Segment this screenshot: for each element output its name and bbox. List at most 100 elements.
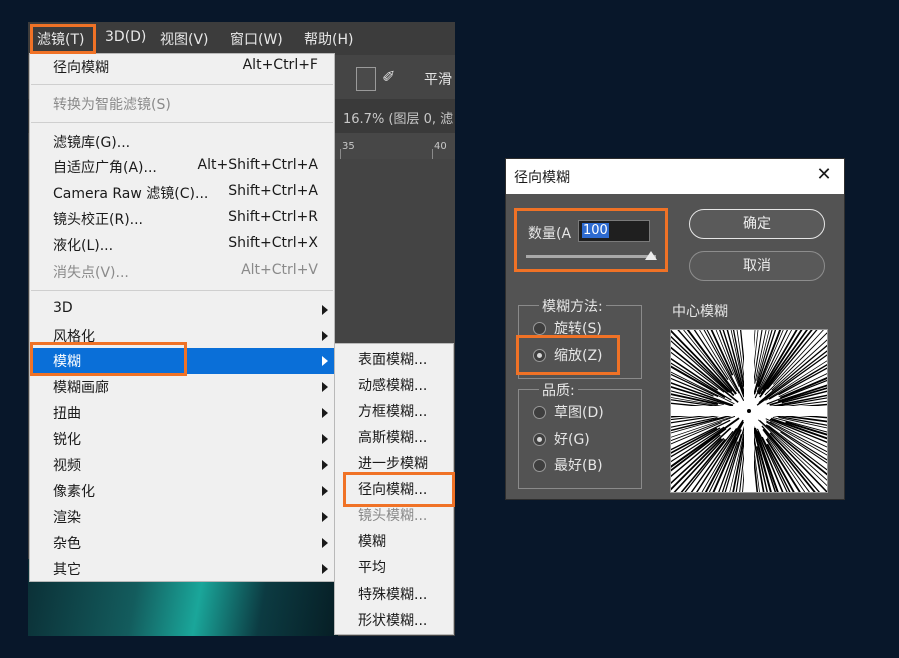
submenu-item-radial-blur[interactable]: 径向模糊... bbox=[335, 476, 453, 502]
menu-item-label: 方框模糊... bbox=[358, 404, 428, 420]
menu-item-stylize[interactable]: 风格化 bbox=[30, 323, 334, 349]
amount-input[interactable]: 100 bbox=[578, 220, 650, 242]
menu-item-distort[interactable]: 扭曲 bbox=[30, 400, 334, 426]
filter-menu: 径向模糊 Alt+Ctrl+F 转换为智能滤镜(S) 滤镜库(G)... 自适应… bbox=[29, 53, 335, 582]
submenu-item-blur-more[interactable]: 进一步模糊 bbox=[335, 450, 453, 476]
radio-spin-label[interactable]: 旋转(S) bbox=[554, 318, 602, 338]
menu-item-video[interactable]: 视频 bbox=[30, 452, 334, 478]
blur-submenu: 表面模糊... 动感模糊... 方框模糊... 高斯模糊... 进一步模糊 径向… bbox=[334, 343, 454, 635]
menu-item-radial-blur-last[interactable]: 径向模糊 Alt+Ctrl+F bbox=[30, 54, 334, 80]
menu-item-label: 平均 bbox=[358, 560, 386, 576]
menu-item-label: 其它 bbox=[53, 562, 81, 578]
radio-draft[interactable] bbox=[533, 406, 546, 419]
menu-help[interactable]: 帮助(H) bbox=[304, 29, 353, 49]
submenu-item-smart-blur[interactable]: 特殊模糊... bbox=[335, 581, 453, 607]
menu-item-3d[interactable]: 3D bbox=[30, 297, 334, 323]
menu-item-label: 滤镜库(G)... bbox=[53, 135, 131, 151]
submenu-item-gaussian-blur[interactable]: 高斯模糊... bbox=[335, 424, 453, 450]
submenu-arrow-icon bbox=[322, 356, 328, 366]
radio-zoom-label[interactable]: 缩放(Z) bbox=[554, 345, 603, 365]
menu-view[interactable]: 视图(V) bbox=[160, 29, 209, 49]
ruler-label: 40 bbox=[434, 141, 447, 152]
menu-item-shortcut: Shift+Ctrl+A bbox=[228, 183, 318, 199]
menu-item-label: 表面模糊... bbox=[358, 352, 428, 368]
menu-separator bbox=[31, 84, 333, 85]
radio-spin[interactable] bbox=[533, 322, 546, 335]
menu-item-noise[interactable]: 杂色 bbox=[30, 530, 334, 556]
menu-item-pixelate[interactable]: 像素化 bbox=[30, 478, 334, 504]
submenu-arrow-icon bbox=[322, 382, 328, 392]
menu-item-label: 杂色 bbox=[53, 536, 81, 552]
amount-value: 100 bbox=[582, 223, 609, 238]
menu-item-label: 转换为智能滤镜(S) bbox=[53, 97, 171, 113]
ruler-tick bbox=[340, 149, 341, 159]
submenu-item-average[interactable]: 平均 bbox=[335, 554, 453, 580]
menu-item-label: 扭曲 bbox=[53, 406, 81, 422]
submenu-arrow-icon bbox=[322, 408, 328, 418]
blur-center-preview[interactable] bbox=[670, 329, 828, 493]
submenu-arrow-icon bbox=[322, 564, 328, 574]
center-point-icon[interactable] bbox=[747, 409, 751, 413]
zoom-rays-graphic bbox=[671, 330, 827, 492]
submenu-item-shape-blur[interactable]: 形状模糊... bbox=[335, 607, 453, 633]
menu-item-label: 径向模糊 bbox=[53, 60, 109, 76]
radio-good-label[interactable]: 好(G) bbox=[554, 429, 590, 449]
menu-item-label: 镜头模糊... bbox=[358, 508, 428, 524]
menu-item-adaptive-wide-angle[interactable]: 自适应广角(A)... Alt+Shift+Ctrl+A bbox=[30, 154, 334, 180]
amount-slider[interactable] bbox=[526, 255, 656, 258]
ok-button[interactable]: 确定 bbox=[689, 209, 825, 239]
submenu-item-motion-blur[interactable]: 动感模糊... bbox=[335, 372, 453, 398]
submenu-item-box-blur[interactable]: 方框模糊... bbox=[335, 398, 453, 424]
menu-item-sharpen[interactable]: 锐化 bbox=[30, 426, 334, 452]
menu-item-filter-gallery[interactable]: 滤镜库(G)... bbox=[30, 129, 334, 155]
blur-method-title: 模糊方法: bbox=[539, 296, 606, 316]
radio-best-label[interactable]: 最好(B) bbox=[554, 455, 603, 475]
brush-preset-dropdown[interactable] bbox=[356, 67, 376, 91]
quality-title: 品质: bbox=[539, 380, 578, 400]
menu-bar: 滤镜(T) 3D(D) 视图(V) 窗口(W) 帮助(H) bbox=[28, 22, 455, 55]
menu-item-label: 消失点(V)... bbox=[53, 265, 129, 281]
menu-item-lens-correction[interactable]: 镜头校正(R)... Shift+Ctrl+R bbox=[30, 206, 334, 232]
radio-draft-label[interactable]: 草图(D) bbox=[554, 402, 604, 422]
smooth-label: 平滑 bbox=[424, 72, 452, 88]
menu-item-shortcut: Shift+Ctrl+R bbox=[228, 209, 318, 225]
submenu-item-blur[interactable]: 模糊 bbox=[335, 528, 453, 554]
menu-item-blur[interactable]: 模糊 bbox=[30, 348, 334, 374]
radio-good[interactable] bbox=[533, 433, 546, 446]
menu-item-liquify[interactable]: 液化(L)... Shift+Ctrl+X bbox=[30, 232, 334, 258]
close-icon[interactable]: ✕ bbox=[814, 165, 834, 185]
dialog-title: 径向模糊 bbox=[514, 170, 570, 186]
menu-item-label: 锐化 bbox=[53, 432, 81, 448]
submenu-arrow-icon bbox=[322, 460, 328, 470]
amount-slider-thumb[interactable] bbox=[645, 251, 657, 260]
menu-item-label: 视频 bbox=[53, 458, 81, 474]
menu-item-label: 径向模糊... bbox=[358, 482, 428, 498]
menu-item-blur-gallery[interactable]: 模糊画廊 bbox=[30, 374, 334, 400]
menu-separator bbox=[31, 122, 333, 123]
submenu-arrow-icon bbox=[322, 512, 328, 522]
menu-3d[interactable]: 3D(D) bbox=[105, 29, 146, 45]
document-tab-title: 16.7% (图层 0, 滤 bbox=[343, 112, 454, 127]
cancel-button[interactable]: 取消 bbox=[689, 251, 825, 281]
menu-item-label: 模糊画廊 bbox=[53, 380, 109, 396]
menu-item-shortcut: Alt+Shift+Ctrl+A bbox=[197, 157, 318, 173]
menu-item-shortcut: Shift+Ctrl+X bbox=[228, 235, 318, 251]
radio-zoom[interactable] bbox=[533, 349, 546, 362]
menu-item-render[interactable]: 渲染 bbox=[30, 504, 334, 530]
menu-filter[interactable]: 滤镜(T) bbox=[37, 29, 84, 49]
menu-item-label: 模糊 bbox=[53, 354, 81, 370]
menu-item-convert-smart-filter: 转换为智能滤镜(S) bbox=[30, 91, 334, 117]
menu-item-label: Camera Raw 滤镜(C)... bbox=[53, 186, 209, 202]
menu-item-vanishing-point: 消失点(V)... Alt+Ctrl+V bbox=[30, 259, 334, 285]
dialog-titlebar[interactable]: 径向模糊 ✕ bbox=[506, 159, 844, 194]
menu-window[interactable]: 窗口(W) bbox=[230, 29, 283, 49]
menu-item-label: 镜头校正(R)... bbox=[53, 212, 144, 228]
submenu-arrow-icon bbox=[322, 434, 328, 444]
radio-best[interactable] bbox=[533, 459, 546, 472]
amount-label: 数量(A bbox=[528, 226, 572, 242]
menu-item-shortcut: Alt+Ctrl+V bbox=[241, 262, 318, 278]
submenu-item-surface-blur[interactable]: 表面模糊... bbox=[335, 346, 453, 372]
menu-item-other[interactable]: 其它 bbox=[30, 556, 334, 582]
brush-settings-icon[interactable]: ✐ bbox=[382, 67, 406, 89]
menu-item-camera-raw[interactable]: Camera Raw 滤镜(C)... Shift+Ctrl+A bbox=[30, 180, 334, 206]
